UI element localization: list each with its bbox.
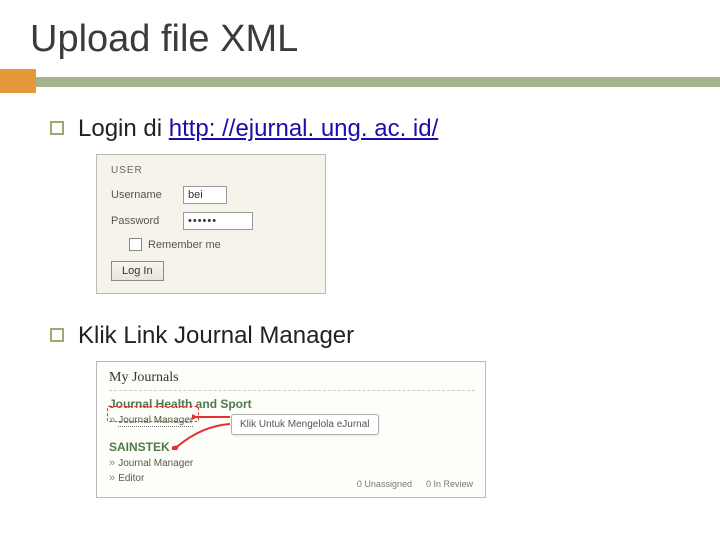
username-input[interactable]: bei <box>183 186 227 204</box>
journal-2-name: SAINSTEK <box>109 440 475 454</box>
my-journals-heading: My Journals <box>109 370 475 386</box>
login-button[interactable]: Log In <box>111 261 164 281</box>
journal-manager-link-2[interactable]: Journal Manager <box>118 458 193 469</box>
page-title: Upload file XML <box>30 18 690 61</box>
login-heading: USER <box>111 165 313 176</box>
bullet-1-text: Login di <box>78 115 169 142</box>
login-url-link[interactable]: http: //ejurnal. ung. ac. id/ <box>169 115 439 142</box>
highlight-box <box>107 406 199 422</box>
password-input[interactable]: •••••• <box>183 212 253 230</box>
bullet-2: Klik Link Journal Manager <box>50 320 682 351</box>
bullet-icon <box>50 121 64 135</box>
arrow-icon <box>172 422 232 450</box>
bullet-icon <box>50 328 64 342</box>
callout-tooltip: Klik Untuk Mengelola eJurnal <box>231 414 379 435</box>
status-row: 0 Unassigned 0 In Review <box>357 479 473 489</box>
password-label: Password <box>111 215 173 227</box>
bullet-2-text: Klik Link Journal Manager <box>78 320 354 351</box>
remember-checkbox[interactable] <box>129 238 142 251</box>
login-screenshot: USER Username bei Password •••••• Rememb… <box>96 154 326 294</box>
journals-screenshot: My Journals Journal Health and Sport Jou… <box>96 361 486 498</box>
status-in-review: 0 In Review <box>426 479 473 489</box>
editor-link[interactable]: Editor <box>118 473 144 484</box>
remember-label: Remember me <box>148 239 221 251</box>
username-label: Username <box>111 189 173 201</box>
bullet-1: Login di http: //ejurnal. ung. ac. id/ <box>50 113 682 144</box>
status-unassigned: 0 Unassigned <box>357 479 412 489</box>
accent-bar <box>0 69 720 93</box>
